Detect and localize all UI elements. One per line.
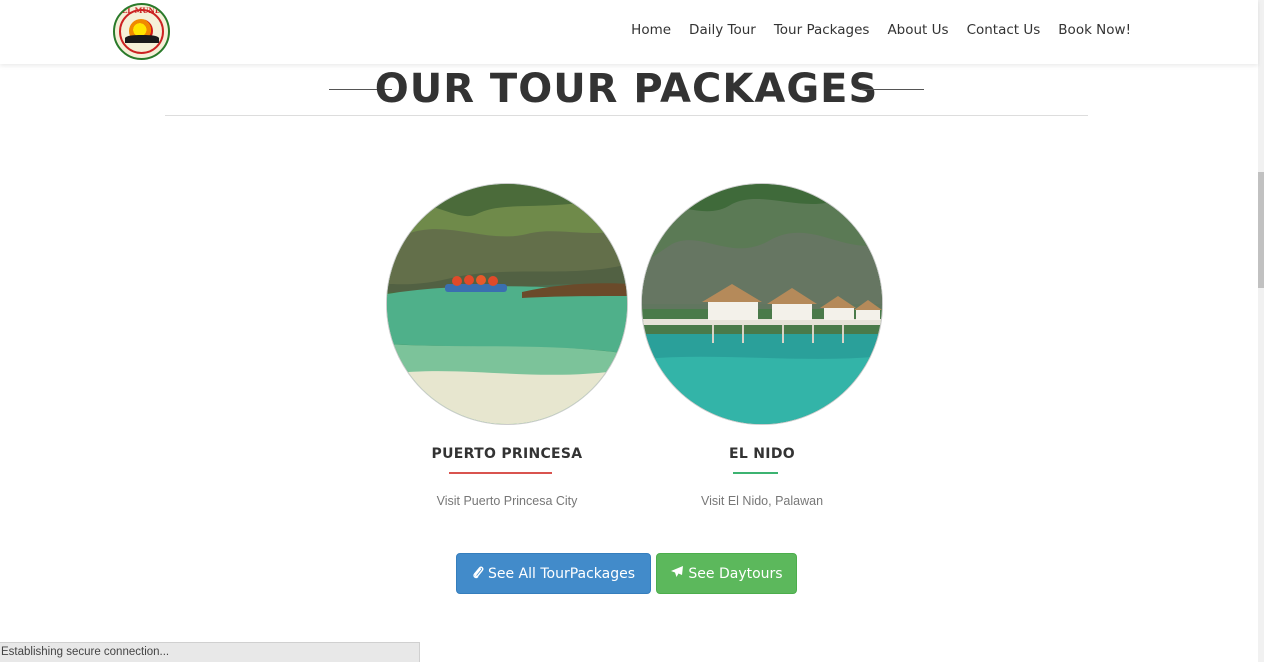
plane-icon — [670, 565, 684, 583]
nav-home[interactable]: Home — [622, 20, 680, 40]
package-name-underline — [733, 472, 778, 474]
nav-about-us[interactable]: About Us — [878, 20, 957, 40]
package-image-el-nido[interactable] — [641, 183, 883, 425]
section-header: OUR TOUR PACKAGES — [165, 64, 1088, 116]
paperclip-icon — [472, 565, 484, 583]
see-daytours-button[interactable]: See Daytours — [656, 553, 797, 594]
nav-tour-packages[interactable]: Tour Packages — [765, 20, 879, 40]
package-image-puerto-princesa[interactable] — [386, 183, 628, 425]
top-navbar: DEL MUNDO Home Daily Tour Tour Packages … — [0, 0, 1258, 64]
package-description: Visit Puerto Princesa City — [436, 494, 578, 508]
logo[interactable]: DEL MUNDO — [113, 3, 170, 60]
nav-contact-us[interactable]: Contact Us — [958, 20, 1050, 40]
main-nav: Home Daily Tour Tour Packages About Us C… — [622, 20, 1140, 40]
package-name[interactable]: EL NIDO — [621, 446, 903, 462]
package-description: Visit El Nido, Palawan — [700, 494, 824, 508]
package-name-underline — [449, 472, 552, 474]
nav-daily-tour[interactable]: Daily Tour — [680, 20, 765, 40]
browser-status-bar: Establishing secure connection... — [0, 642, 420, 662]
package-card-puerto-princesa[interactable]: PUERTO PRINCESA Visit Puerto Princesa Ci… — [386, 183, 628, 508]
page-title: OUR TOUR PACKAGES — [374, 66, 879, 112]
package-name[interactable]: PUERTO PRINCESA — [366, 446, 648, 462]
nav-book-now[interactable]: Book Now! — [1049, 20, 1140, 40]
package-card-el-nido[interactable]: EL NIDO Visit El Nido, Palawan — [641, 183, 883, 508]
scrollbar-thumb[interactable] — [1258, 172, 1264, 288]
logo-island-icon — [125, 35, 159, 43]
see-all-tour-packages-button[interactable]: See All TourPackages — [456, 553, 651, 594]
title-line-right — [861, 89, 924, 90]
see-daytours-label: See Daytours — [688, 565, 783, 582]
logo-text: DEL MUNDO — [115, 6, 168, 15]
see-all-tour-packages-label: See All TourPackages — [487, 565, 636, 582]
page-scrollbar[interactable] — [1258, 0, 1264, 662]
